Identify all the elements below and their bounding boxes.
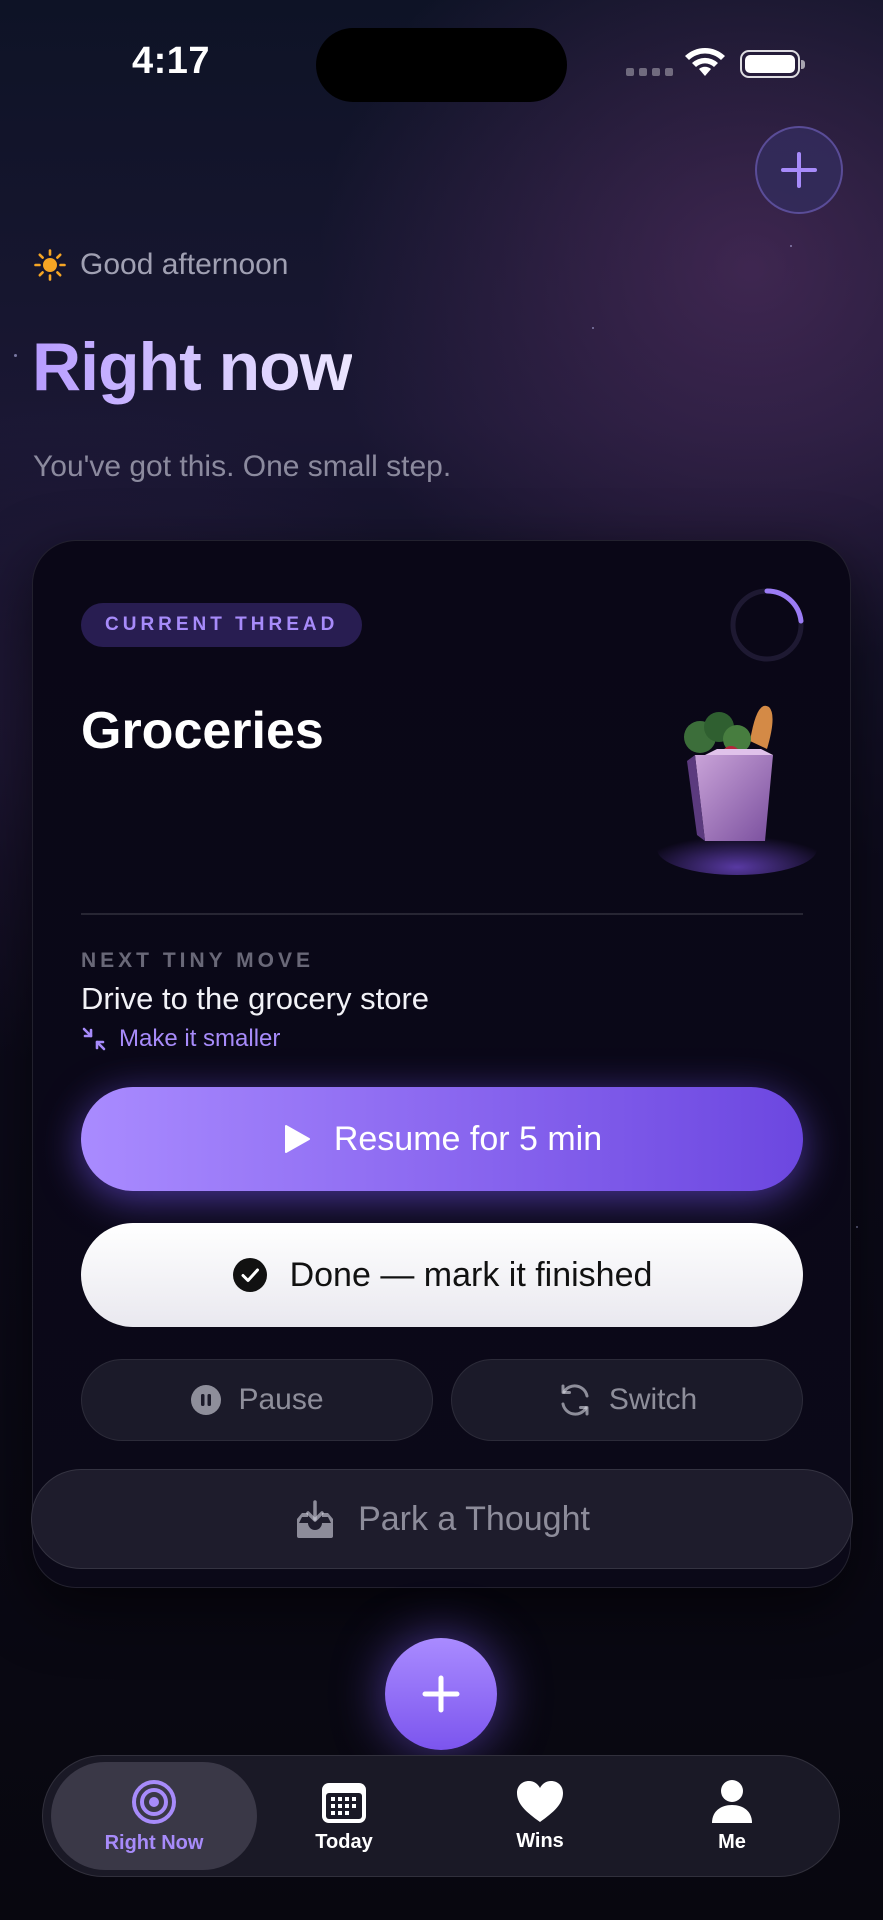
tab-bar: Right Now Today Wins Me <box>42 1755 840 1877</box>
status-time: 4:17 <box>132 40 211 82</box>
target-icon <box>132 1779 176 1824</box>
inbox-download-icon <box>297 1500 334 1538</box>
resume-label: Resume for 5 min <box>333 1119 603 1158</box>
star-decoration <box>592 327 594 329</box>
calendar-icon <box>322 1782 366 1823</box>
tab-right-now[interactable]: Right Now <box>51 1762 257 1870</box>
cellular-signal-icon <box>626 68 673 76</box>
star-decoration <box>790 245 792 247</box>
floating-add-button[interactable] <box>385 1638 497 1750</box>
tab-me[interactable]: Me <box>629 1762 835 1870</box>
current-thread-card: CURRENT THREAD Groceries NEXT TINY MOVE … <box>31 540 853 1588</box>
tab-wins[interactable]: Wins <box>437 1762 643 1870</box>
switch-label: Switch <box>608 1383 698 1416</box>
play-icon <box>284 1125 310 1153</box>
shrink-arrows-icon <box>82 1027 106 1051</box>
plus-icon <box>422 1675 460 1713</box>
page-subtitle: You've got this. One small step. <box>33 450 452 483</box>
thread-title: Groceries <box>81 702 324 760</box>
make-smaller-link[interactable]: Make it smaller <box>81 1025 280 1053</box>
tab-label: Today <box>315 1830 373 1853</box>
pause-circle-icon <box>191 1385 222 1415</box>
park-thought-button[interactable]: Park a Thought <box>31 1469 853 1569</box>
sun-icon <box>34 249 66 281</box>
heart-icon <box>517 1780 563 1822</box>
star-decoration <box>14 354 17 357</box>
done-label: Done — mark it finished <box>289 1255 653 1294</box>
resume-button[interactable]: Resume for 5 min <box>81 1087 803 1191</box>
greeting-text: Good afternoon <box>80 248 289 281</box>
star-decoration <box>856 1226 858 1228</box>
grocery-bag-illustration <box>657 705 817 875</box>
add-button[interactable] <box>755 126 843 214</box>
tab-label: Me <box>718 1830 746 1853</box>
park-thought-label: Park a Thought <box>358 1499 590 1538</box>
battery-icon <box>740 50 805 78</box>
page-title: Right now <box>32 329 353 405</box>
next-move-label: NEXT TINY MOVE <box>81 949 314 972</box>
pause-label: Pause <box>238 1383 324 1416</box>
person-icon <box>712 1779 752 1823</box>
progress-ring-icon <box>730 588 804 662</box>
switch-button[interactable]: Switch <box>451 1359 803 1441</box>
card-divider <box>81 913 803 915</box>
dynamic-island <box>316 28 567 102</box>
plus-icon <box>781 152 817 188</box>
pause-button[interactable]: Pause <box>81 1359 433 1441</box>
tab-today[interactable]: Today <box>241 1762 447 1870</box>
greeting: Good afternoon <box>34 248 289 282</box>
next-move-task: Drive to the grocery store <box>81 981 430 1016</box>
make-smaller-label: Make it smaller <box>119 1025 281 1052</box>
switch-arrows-icon <box>561 1384 589 1416</box>
tab-label: Right Now <box>104 1831 204 1854</box>
wifi-icon <box>685 48 725 76</box>
current-thread-badge: CURRENT THREAD <box>81 603 363 647</box>
checkmark-circle-icon <box>232 1258 267 1292</box>
done-button[interactable]: Done — mark it finished <box>81 1223 803 1327</box>
tab-label: Wins <box>516 1829 564 1852</box>
